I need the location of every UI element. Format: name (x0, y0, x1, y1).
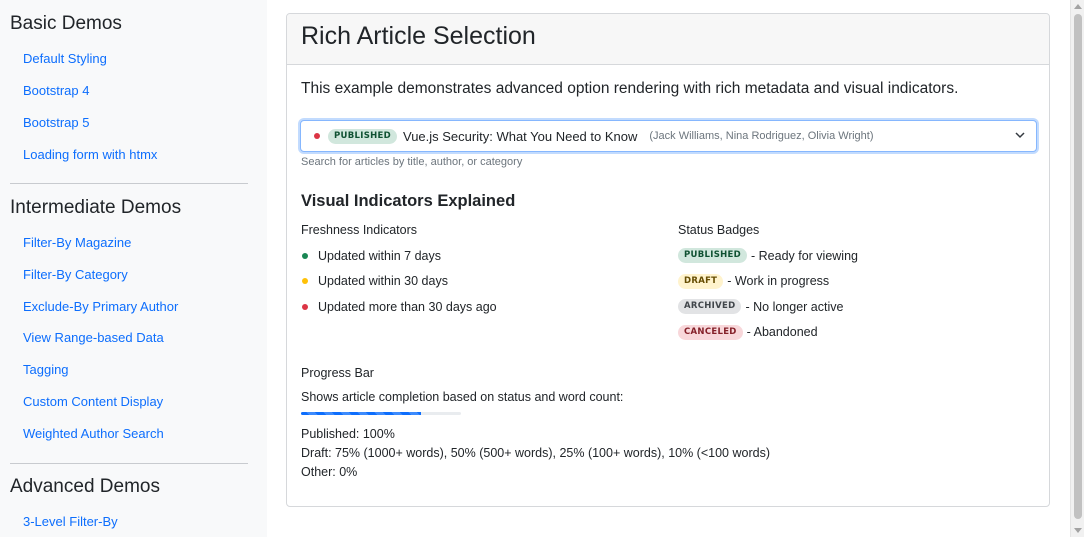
red-dot-icon (302, 303, 308, 310)
sidebar-link[interactable]: Filter-By Magazine (23, 235, 131, 250)
progress-heading: Progress Bar (301, 366, 374, 380)
sidebar-section-intermediate: Intermediate Demos Filter-By Magazine Fi… (0, 196, 267, 457)
progress-fill (301, 412, 421, 415)
status-badges: Status Badges PUBLISHED - Ready for view… (678, 223, 1038, 345)
status-heading: Status Badges (678, 223, 760, 237)
help-text: Search for articles by title, author, or… (301, 156, 523, 168)
freshness-label: Updated within 7 days (318, 248, 441, 263)
sidebar-link[interactable]: Tagging (23, 362, 69, 377)
sidebar-link[interactable]: Weighted Author Search (23, 426, 164, 441)
progress-legend: Published: 100% Draft: 75% (1000+ words)… (301, 425, 770, 482)
progress-line: Other: 0% (301, 465, 358, 479)
sidebar-link[interactable]: View Range-based Data (23, 330, 164, 345)
sidebar-link[interactable]: Bootstrap 5 (23, 115, 90, 130)
sidebar-item-default-styling[interactable]: Default Styling (10, 50, 257, 82)
sidebar-item-view-range-based-data[interactable]: View Range-based Data (10, 329, 257, 361)
sidebar-divider (10, 183, 248, 184)
freshness-indicators: Freshness Indicators Updated within 7 da… (301, 223, 661, 320)
sidebar-link[interactable]: Exclude-By Primary Author (23, 299, 178, 314)
sidebar-link[interactable]: Custom Content Display (23, 394, 163, 409)
sidebar-item-3-level-filter-by[interactable]: 3-Level Filter-By (10, 513, 257, 537)
sidebar-item-bootstrap-5[interactable]: Bootstrap 5 (10, 114, 257, 146)
yellow-dot-icon (302, 278, 308, 285)
selected-article-title: Vue.js Security: What You Need to Know (403, 128, 638, 144)
sidebar-heading: Intermediate Demos (10, 197, 182, 218)
sidebar: Basic Demos Default Styling Bootstrap 4 … (0, 0, 267, 537)
sidebar-link[interactable]: Bootstrap 4 (23, 83, 90, 98)
progress-bar (301, 412, 461, 415)
sidebar-item-filter-by-magazine[interactable]: Filter-By Magazine (10, 234, 257, 266)
sidebar-item-weighted-author-search[interactable]: Weighted Author Search (10, 425, 257, 457)
freshness-dot (314, 133, 320, 139)
vertical-scrollbar[interactable] (1070, 0, 1084, 537)
status-badge: PUBLISHED (678, 248, 747, 264)
sidebar-link[interactable]: 3-Level Filter-By (23, 514, 118, 529)
sidebar-link[interactable]: Loading form with htmx (23, 147, 157, 162)
sidebar-item-custom-content-display[interactable]: Custom Content Display (10, 393, 257, 425)
scrollbar-thumb[interactable] (1074, 14, 1082, 519)
freshness-label: Updated within 30 days (318, 274, 448, 289)
status-label: - No longer active (745, 299, 844, 314)
status-label: - Work in progress (727, 274, 830, 289)
selected-article-authors: (Jack Williams, Nina Rodriguez, Olivia W… (649, 130, 874, 142)
status-badge: PUBLISHED (328, 128, 397, 144)
progress-description: Shows article completion based on status… (301, 390, 624, 404)
card-header: Rich Article Selection (287, 14, 1049, 65)
status-item: PUBLISHED - Ready for viewing (678, 243, 1038, 269)
status-item: CANCELED - Abandoned (678, 320, 1038, 346)
sidebar-link[interactable]: Default Styling (23, 51, 107, 66)
progress-line: Draft: 75% (1000+ words), 50% (500+ word… (301, 446, 770, 460)
freshness-label: Updated more than 30 days ago (318, 299, 497, 314)
status-label: - Abandoned (746, 325, 818, 340)
sidebar-item-tagging[interactable]: Tagging (10, 361, 257, 393)
status-item: DRAFT - Work in progress (678, 269, 1038, 295)
sidebar-divider (10, 463, 248, 464)
sidebar-item-htmx[interactable]: Loading form with htmx (10, 146, 257, 178)
page-title: Rich Article Selection (301, 22, 536, 50)
freshness-heading: Freshness Indicators (301, 223, 418, 237)
sidebar-link[interactable]: Filter-By Category (23, 267, 128, 282)
sidebar-item-filter-by-category[interactable]: Filter-By Category (10, 266, 257, 298)
freshness-item: Updated within 30 days (301, 269, 661, 295)
chevron-down-icon[interactable] (1014, 129, 1026, 141)
intro-text: This example demonstrates advanced optio… (301, 80, 959, 97)
status-label: - Ready for viewing (751, 248, 858, 263)
sidebar-heading: Advanced Demos (10, 476, 160, 497)
status-badge: CANCELED (678, 324, 743, 340)
sidebar-heading: Basic Demos (10, 13, 122, 34)
article-select[interactable]: PUBLISHED Vue.js Security: What You Need… (300, 120, 1037, 152)
status-badge: DRAFT (678, 273, 724, 289)
green-dot-icon (302, 252, 308, 259)
scroll-up-arrow-icon[interactable] (1074, 4, 1082, 9)
freshness-item: Updated more than 30 days ago (301, 294, 661, 320)
status-badge: ARCHIVED (678, 299, 742, 315)
freshness-item: Updated within 7 days (301, 243, 661, 269)
sidebar-section-advanced: Advanced Demos 3-Level Filter-By (0, 475, 267, 537)
scroll-down-arrow-icon[interactable] (1074, 528, 1082, 533)
progress-line: Published: 100% (301, 427, 395, 441)
indicators-heading: Visual Indicators Explained (301, 192, 516, 210)
sidebar-item-exclude-by-primary-author[interactable]: Exclude-By Primary Author (10, 298, 257, 330)
sidebar-item-bootstrap-4[interactable]: Bootstrap 4 (10, 82, 257, 114)
demo-card: Rich Article Selection This example demo… (286, 13, 1050, 507)
sidebar-section-basic: Basic Demos Default Styling Bootstrap 4 … (0, 12, 267, 178)
status-item: ARCHIVED - No longer active (678, 294, 1038, 320)
